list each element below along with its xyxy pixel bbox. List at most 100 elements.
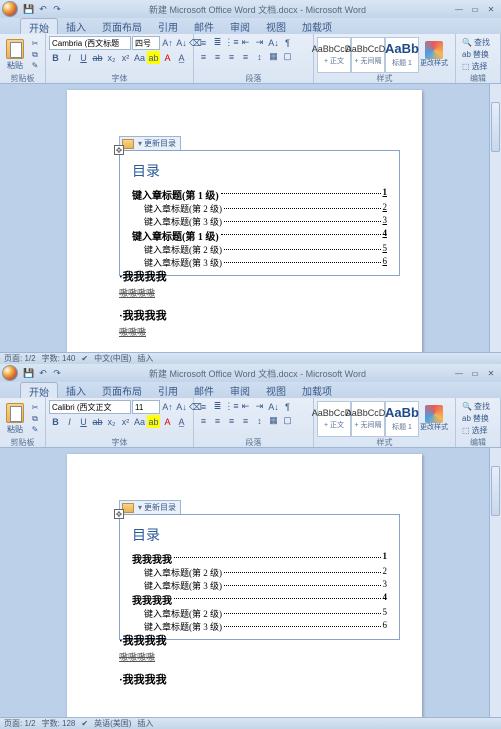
show-marks-icon[interactable]: ¶: [281, 400, 294, 413]
tab-pagelayout[interactable]: 页面布局: [94, 382, 150, 398]
line-spacing-icon[interactable]: ↕: [253, 414, 266, 427]
tab-home[interactable]: 开始: [20, 18, 58, 34]
borders-icon[interactable]: ▢: [281, 414, 294, 427]
indent-icon[interactable]: ⇥: [253, 400, 266, 413]
numbering-icon[interactable]: ≣: [211, 400, 224, 413]
scroll-thumb[interactable]: [491, 102, 500, 152]
italic-icon[interactable]: I: [63, 415, 76, 428]
save-icon[interactable]: 💾: [23, 3, 35, 15]
tab-pagelayout[interactable]: 页面布局: [94, 18, 150, 34]
maximize-icon[interactable]: ▭: [467, 367, 483, 379]
office-button[interactable]: [2, 1, 18, 17]
copy-icon[interactable]: ⧉: [29, 414, 41, 424]
font-color-icon[interactable]: A: [161, 51, 174, 64]
status-spell-icon[interactable]: ✔: [81, 354, 88, 363]
tab-view[interactable]: 视图: [258, 382, 294, 398]
underline-icon[interactable]: U: [77, 51, 90, 64]
font-name-combo[interactable]: Calibri (西文正文: [49, 400, 131, 414]
redo-icon[interactable]: ↷: [51, 367, 63, 379]
align-center-icon[interactable]: ≡: [211, 50, 224, 63]
subscript-icon[interactable]: x₂: [105, 415, 118, 428]
undo-icon[interactable]: ↶: [37, 367, 49, 379]
sort-icon[interactable]: A↓: [267, 400, 280, 413]
maximize-icon[interactable]: ▭: [467, 3, 483, 15]
tab-home[interactable]: 开始: [20, 382, 58, 398]
toc-control-tab[interactable]: ▾ 更新目录: [119, 500, 181, 514]
tab-review[interactable]: 审阅: [222, 382, 258, 398]
shading-icon[interactable]: ▦: [267, 414, 280, 427]
align-left-icon[interactable]: ≡: [197, 414, 210, 427]
font-size-combo[interactable]: 四号: [132, 36, 160, 50]
bold-icon[interactable]: B: [49, 51, 62, 64]
style-heading1[interactable]: AaBb标题 1: [385, 401, 419, 437]
align-right-icon[interactable]: ≡: [225, 50, 238, 63]
outdent-icon[interactable]: ⇤: [239, 400, 252, 413]
cut-icon[interactable]: ✂: [29, 39, 41, 49]
cut-icon[interactable]: ✂: [29, 403, 41, 413]
toc-move-handle[interactable]: ✥: [114, 509, 124, 519]
style-heading1[interactable]: AaBb标题 1: [385, 37, 419, 73]
phonetic-icon[interactable]: Aa: [133, 415, 146, 428]
justify-icon[interactable]: ≡: [239, 50, 252, 63]
change-styles-button[interactable]: 更改样式: [419, 41, 449, 68]
undo-icon[interactable]: ↶: [37, 3, 49, 15]
align-right-icon[interactable]: ≡: [225, 414, 238, 427]
style-nospacing[interactable]: AaBbCcDd+ 无间隔: [351, 37, 385, 73]
status-words[interactable]: 字数: 128: [42, 718, 76, 729]
superscript-icon[interactable]: x²: [119, 415, 132, 428]
close-icon[interactable]: ✕: [483, 367, 499, 379]
indent-icon[interactable]: ⇥: [253, 36, 266, 49]
char-border-icon[interactable]: A̲: [175, 415, 188, 428]
change-styles-button[interactable]: 更改样式: [419, 405, 449, 432]
document-area[interactable]: ▾ 更新目录 ✥ 目录 键入章标题(第 1 级)1 键入章标题(第 2 级)2 …: [0, 84, 489, 352]
format-painter-icon[interactable]: ✎: [29, 425, 41, 435]
select-button[interactable]: ⬚选择: [462, 61, 490, 72]
align-center-icon[interactable]: ≡: [211, 414, 224, 427]
tab-references[interactable]: 引用: [150, 18, 186, 34]
tab-addins[interactable]: 加载项: [294, 382, 340, 398]
status-mode[interactable]: 插入: [137, 353, 153, 364]
outdent-icon[interactable]: ⇤: [239, 36, 252, 49]
save-icon[interactable]: 💾: [23, 367, 35, 379]
bullets-icon[interactable]: ≡: [197, 36, 210, 49]
toc-container[interactable]: ✥ 目录 我我我我1 键入章标题(第 2 级)2 键入章标题(第 3 级)3 我…: [119, 514, 400, 640]
scroll-thumb[interactable]: [491, 466, 500, 516]
tab-mailings[interactable]: 邮件: [186, 382, 222, 398]
toc-control-tab[interactable]: ▾ 更新目录: [119, 136, 181, 150]
shrink-font-icon[interactable]: A↓: [175, 401, 188, 414]
bullets-icon[interactable]: ≡: [197, 400, 210, 413]
bold-icon[interactable]: B: [49, 415, 62, 428]
align-left-icon[interactable]: ≡: [197, 50, 210, 63]
minimize-icon[interactable]: —: [451, 367, 467, 379]
highlight-icon[interactable]: ab: [147, 51, 160, 64]
find-button[interactable]: 🔍查找: [462, 37, 490, 48]
status-words[interactable]: 字数: 140: [42, 353, 76, 364]
status-page[interactable]: 页面: 1/2: [4, 353, 36, 364]
toc-container[interactable]: ✥ 目录 键入章标题(第 1 级)1 键入章标题(第 2 级)2 键入章标题(第…: [119, 150, 400, 276]
borders-icon[interactable]: ▢: [281, 50, 294, 63]
multilevel-icon[interactable]: ⋮≡: [225, 36, 238, 49]
close-icon[interactable]: ✕: [483, 3, 499, 15]
tab-view[interactable]: 视图: [258, 18, 294, 34]
numbering-icon[interactable]: ≣: [211, 36, 224, 49]
font-size-combo[interactable]: 11: [132, 400, 160, 414]
minimize-icon[interactable]: —: [451, 3, 467, 15]
style-normal[interactable]: AaBbCcDd+ 正文: [317, 401, 351, 437]
paste-button[interactable]: 粘贴: [3, 403, 27, 435]
line-spacing-icon[interactable]: ↕: [253, 50, 266, 63]
vertical-scrollbar[interactable]: [489, 84, 501, 352]
style-normal[interactable]: AaBbCcDd+ 正文: [317, 37, 351, 73]
copy-icon[interactable]: ⧉: [29, 50, 41, 60]
tab-references[interactable]: 引用: [150, 382, 186, 398]
italic-icon[interactable]: I: [63, 51, 76, 64]
redo-icon[interactable]: ↷: [51, 3, 63, 15]
status-mode[interactable]: 插入: [137, 718, 153, 729]
style-nospacing[interactable]: AaBbCcDd+ 无间隔: [351, 401, 385, 437]
shading-icon[interactable]: ▦: [267, 50, 280, 63]
grow-font-icon[interactable]: A↑: [161, 401, 174, 414]
status-page[interactable]: 页面: 1/2: [4, 718, 36, 729]
strike-icon[interactable]: ab: [91, 415, 104, 428]
select-button[interactable]: ⬚选择: [462, 425, 490, 436]
tab-insert[interactable]: 插入: [58, 382, 94, 398]
status-lang[interactable]: 英语(美国): [94, 718, 131, 729]
